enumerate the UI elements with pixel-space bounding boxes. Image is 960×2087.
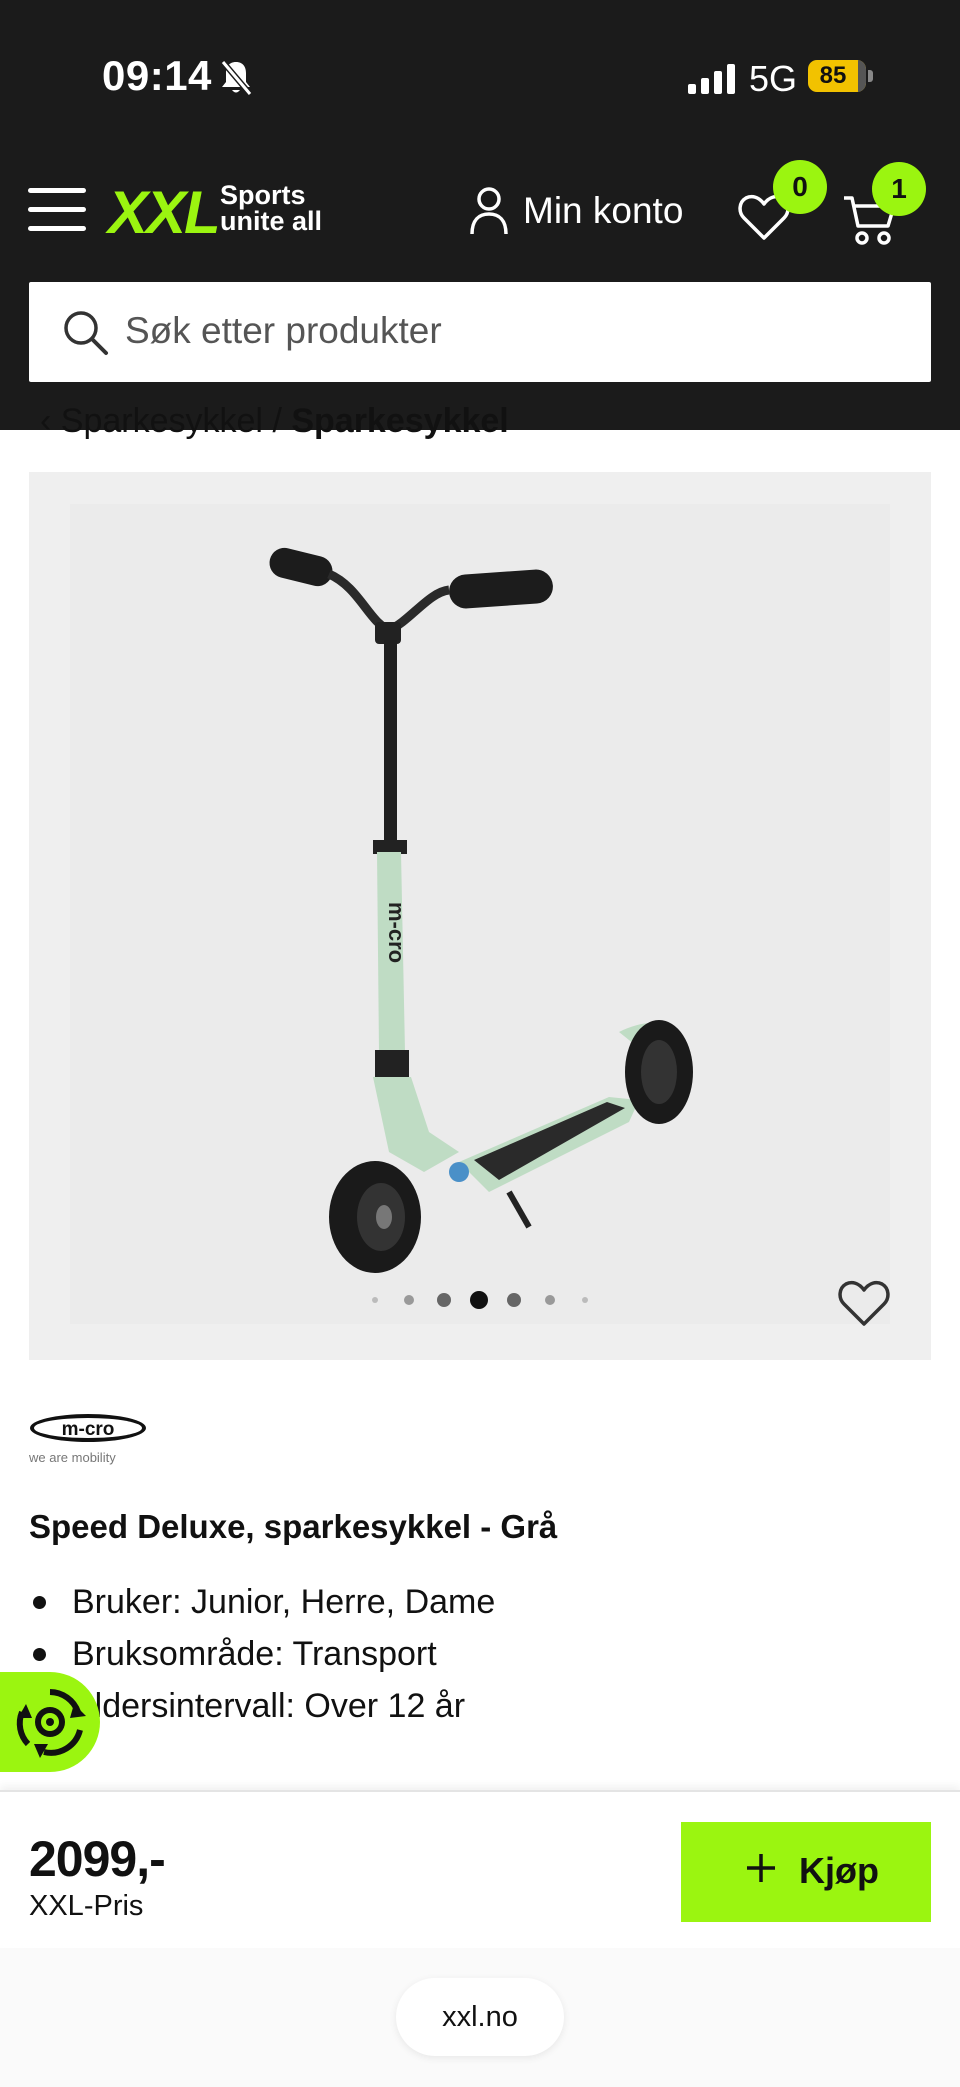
feature-item: Bruksområde: Transport <box>29 1628 495 1680</box>
product-image-gallery[interactable]: m-cro <box>29 472 931 1360</box>
gallery-dot-active[interactable] <box>470 1291 488 1309</box>
gallery-dot[interactable] <box>404 1295 414 1305</box>
cart-count-badge: 1 <box>872 162 926 216</box>
bell-off-icon <box>220 60 253 96</box>
product-price: 2099,- <box>29 1831 166 1887</box>
chevron-left-icon: ‹ <box>40 402 61 440</box>
gallery-dot[interactable] <box>437 1293 451 1307</box>
signal-icon <box>688 64 735 94</box>
menu-button[interactable] <box>28 188 86 232</box>
logo-mark: XXL <box>108 179 221 246</box>
gallery-dot[interactable] <box>582 1297 588 1303</box>
account-label: Min konto <box>523 190 684 231</box>
recycle-icon <box>16 1689 86 1758</box>
price-label: XXL-Pris <box>29 1890 144 1922</box>
browser-toolbar: xxl.no <box>0 1948 960 2087</box>
battery-icon: 85 <box>808 60 874 94</box>
gallery-dot[interactable] <box>372 1297 378 1303</box>
eco-badge-button[interactable] <box>0 1672 100 1772</box>
search-input[interactable]: Søk etter produkter <box>29 282 931 382</box>
buy-button[interactable]: Kjøp <box>681 1822 931 1922</box>
svg-text:m-cro: m-cro <box>62 1419 115 1440</box>
header: 09:14 5G 85 XXL Sports unite all Min kon… <box>0 0 960 430</box>
gallery-pagination[interactable] <box>0 1288 960 1312</box>
gallery-dot[interactable] <box>507 1293 521 1307</box>
menu-icon <box>28 188 86 193</box>
search-placeholder: Søk etter produkter <box>125 310 442 351</box>
breadcrumb-parent[interactable]: Sparkesykkel <box>61 402 263 440</box>
buy-label: Kjøp <box>799 1850 879 1891</box>
search-icon <box>64 311 108 355</box>
product-features: Bruker: Junior, Herre, Dame Bruksområde:… <box>29 1576 495 1732</box>
breadcrumb-current: Sparkesykkel <box>291 402 509 440</box>
status-time: 09:14 <box>102 52 212 99</box>
xxl-logo[interactable]: XXL Sports unite all <box>108 176 328 246</box>
network-type: 5G <box>749 58 798 99</box>
wishlist-button[interactable]: 0 <box>737 160 827 244</box>
battery-level: 85 <box>819 62 847 89</box>
logo-tagline: Sports unite all <box>220 180 323 236</box>
wishlist-count-badge: 0 <box>773 160 827 214</box>
gallery-dot[interactable] <box>545 1295 555 1305</box>
svg-text:m-cro: m-cro <box>384 902 409 963</box>
address-bar[interactable]: xxl.no <box>396 1978 564 2056</box>
status-bar: 09:14 5G 85 <box>0 0 960 150</box>
cart-button[interactable]: 1 <box>842 162 926 246</box>
heart-icon[interactable] <box>836 1278 892 1328</box>
breadcrumb-separator: / <box>272 402 282 440</box>
feature-item: Bruker: Junior, Herre, Dame <box>29 1576 495 1628</box>
product-title: Speed Deluxe, sparkesykkel - Grå <box>29 1508 558 1545</box>
breadcrumb[interactable]: ‹ Sparkesykkel / Sparkesykkel <box>40 402 509 441</box>
user-icon <box>470 187 508 235</box>
product-image: m-cro <box>269 547 693 1273</box>
purchase-bar: 2099,- XXL-Pris Kjøp <box>0 1790 960 1950</box>
plus-icon <box>747 1854 775 1882</box>
brand-logo[interactable]: m-cro we are mobility <box>28 1412 154 1470</box>
svg-text:we are mobility: we are mobility <box>28 1450 116 1465</box>
